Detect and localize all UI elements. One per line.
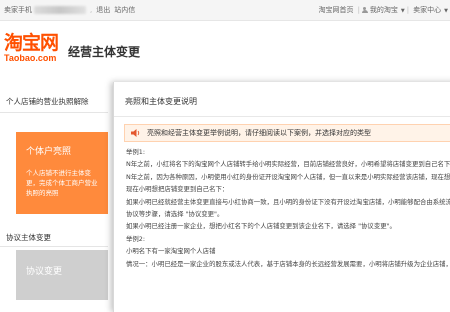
left-panel: 个人店铺的营业执照解除 个体户亮照 个人店铺不进行主体变更，完成个体工商户营业执… xyxy=(0,90,108,300)
chevron-down-icon[interactable]: ▼ xyxy=(401,8,405,14)
body-line: 情况一：小明已经是一家企业的股东或法人代表，基于店铺本身的长远经营发展需要，小明… xyxy=(126,259,450,268)
dialog-body: 举例1: N年之前，小红将名下的淘宝网个人店铺转手给小明实际经营，目前店铺经营良… xyxy=(126,146,450,270)
divider xyxy=(114,116,450,117)
logo-text-cn: 淘宝网 xyxy=(4,32,59,54)
seller-mobile-link[interactable]: 卖家手机 xyxy=(4,6,32,14)
body-line: 协议等步骤，请选择 "协议变更"。 xyxy=(126,210,224,219)
taobao-home-link[interactable]: 淘宝网首页 xyxy=(319,6,354,14)
logo-text-en: Taobao.com xyxy=(4,53,57,63)
body-line: 如果小明已经注册一家企业，想把小红名下的个人店铺变更到该企业名下，请选择 "协议… xyxy=(126,222,396,231)
agreement-change-card[interactable]: 协议变更 xyxy=(16,250,108,300)
seller-center-link[interactable]: 卖家中心 xyxy=(413,6,441,14)
explanation-dialog: 亮照和主体变更说明 亮照和经营主体变更举例说明，请仔细阅读以下案例，并选择对应的… xyxy=(113,82,450,312)
card-description: 个人店铺不进行主体变更，完成个体工商户营业执照的亮照 xyxy=(26,169,98,197)
body-line: 现在小明想把店铺变更到自己名下： xyxy=(126,185,229,194)
body-line: 举例1: xyxy=(126,148,146,156)
body-line: 举例2: xyxy=(126,234,146,243)
chevron-down-icon[interactable]: ▼ xyxy=(444,8,448,14)
section-title-agreement: 协议主体变更 xyxy=(6,233,51,242)
taobao-logo[interactable]: 淘宝网 Taobao.com xyxy=(4,32,59,63)
section-title-license: 个人店铺的营业执照解除 xyxy=(6,97,89,106)
logout-link[interactable]: 退出 xyxy=(96,6,110,14)
body-line: 如果小明已经就经营主体变更直接与小红协商一致，且小明的身份证下没有开设过淘宝店铺… xyxy=(126,197,450,206)
page-header: 淘宝网 Taobao.com 经营主体变更 xyxy=(0,21,450,76)
username-redacted xyxy=(34,6,86,14)
top-nav-right: 淘宝网首页 | 我的淘宝 ▼ | 卖家中心 ▼ xyxy=(318,6,448,14)
body-line: N年之前，小红将名下的淘宝网个人店铺转手给小明实际经营，目前店铺经营良好，小明希… xyxy=(126,160,450,169)
top-nav-bar: 卖家手机, 退出 站内信 淘宝网首页 | 我的淘宝 ▼ | 卖家中心 ▼ xyxy=(0,0,450,21)
messages-link[interactable]: 站内信 xyxy=(114,6,135,14)
individual-license-card[interactable]: 个体户亮照 个人店铺不进行主体变更，完成个体工商户营业执照的亮照 xyxy=(16,132,108,214)
card-title: 个体户亮照 xyxy=(26,147,72,157)
page-title: 经营主体变更 xyxy=(68,45,141,59)
my-taobao-link[interactable]: 我的淘宝 xyxy=(370,6,398,14)
speaker-icon xyxy=(131,129,140,137)
divider xyxy=(0,246,108,247)
dialog-title: 亮照和主体变更说明 xyxy=(125,97,197,106)
notice-text: 亮照和经营主体变更举例说明，请仔细阅读以下案例，并选择对应的类型 xyxy=(147,129,371,137)
divider xyxy=(0,112,108,113)
top-nav-left: 卖家手机, 退出 站内信 xyxy=(4,6,136,14)
user-icon xyxy=(361,6,368,14)
body-line: N年之前，因为各种原因，小明使用小红的身份证开设淘宝网个人店铺，但一直以来是小明… xyxy=(126,172,450,181)
body-line: 小明名下有一家淘宝网个人店铺 xyxy=(126,247,216,256)
card-title: 协议变更 xyxy=(26,267,63,277)
notice-banner: 亮照和经营主体变更举例说明，请仔细阅读以下案例，并选择对应的类型 xyxy=(124,124,450,142)
